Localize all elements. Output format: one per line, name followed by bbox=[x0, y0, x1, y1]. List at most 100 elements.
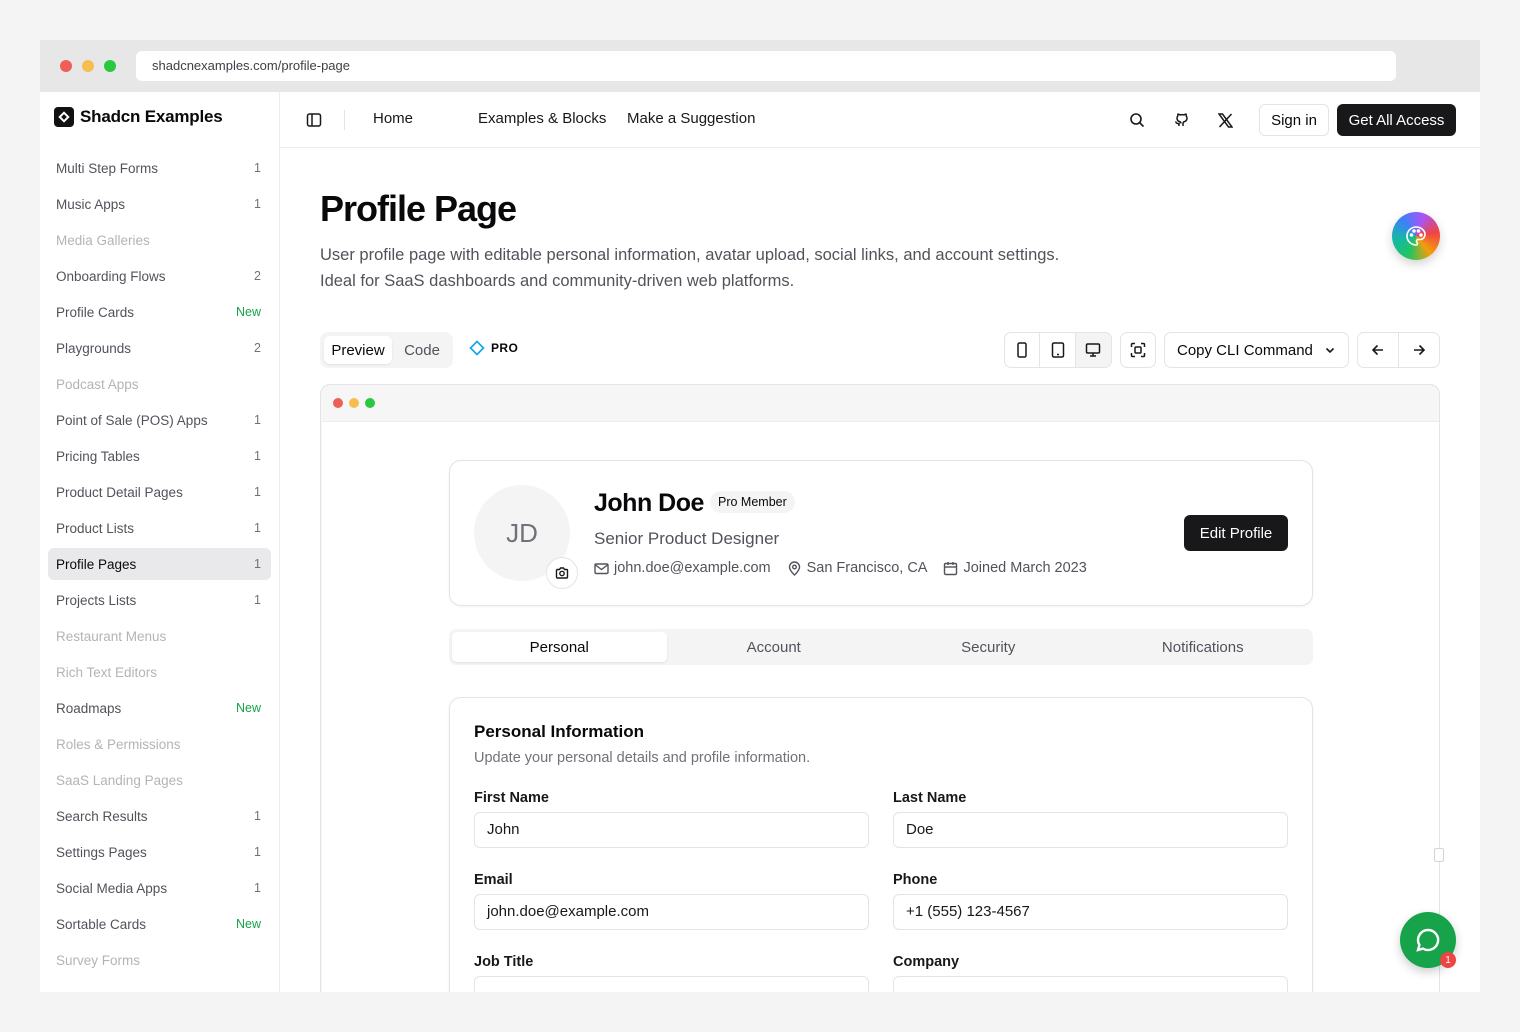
tab-account[interactable]: Account bbox=[667, 632, 882, 662]
section-description: Update your personal details and profile… bbox=[474, 750, 811, 766]
sidebar-item[interactable]: Profile Cards New bbox=[48, 296, 271, 328]
copy-cli-command-button[interactable]: Copy CLI Command bbox=[1164, 332, 1349, 368]
email-text: john.doe@example.com bbox=[614, 560, 771, 576]
resize-handle[interactable] bbox=[1434, 848, 1444, 862]
phone-field[interactable]: +1 (555) 123-4567 bbox=[893, 894, 1288, 930]
arrow-left-icon bbox=[1371, 344, 1383, 356]
sidebar-item-label: Product Lists bbox=[56, 520, 135, 536]
email-label: Email bbox=[474, 872, 513, 888]
profile-meta: john.doe@example.com San Francisco, CA J… bbox=[594, 560, 1087, 576]
tab-code[interactable]: Code bbox=[396, 336, 448, 364]
sidebar-item-label: Search Results bbox=[56, 808, 148, 824]
sidebar-item[interactable]: Social Media Apps 1 bbox=[48, 872, 271, 904]
get-all-access-button[interactable]: Get All Access bbox=[1337, 104, 1456, 136]
desktop-view-button[interactable] bbox=[1075, 333, 1111, 367]
item-count: 1 bbox=[254, 845, 261, 859]
item-count: 1 bbox=[254, 593, 261, 607]
sidebar-item[interactable]: Search Results 1 bbox=[48, 800, 271, 832]
tab-notifications[interactable]: Notifications bbox=[1096, 632, 1311, 662]
sidebar-item-label: Social Media Apps bbox=[56, 880, 168, 896]
sign-in-button[interactable]: Sign in bbox=[1259, 104, 1329, 136]
sidebar-item[interactable]: Playgrounds 2 bbox=[48, 332, 271, 364]
page-title: Profile Page bbox=[320, 188, 517, 229]
sidebar-item[interactable]: Restaurant Menus bbox=[48, 620, 271, 652]
sidebar-item-label: Media Galleries bbox=[56, 232, 150, 248]
new-badge: New bbox=[235, 917, 261, 931]
upload-avatar-button[interactable] bbox=[546, 557, 578, 589]
nav-examples-blocks[interactable]: Examples & Blocks bbox=[478, 110, 606, 127]
meta-location: San Francisco, CA bbox=[787, 560, 927, 576]
browser-window: shadcnexamples.com/profile-page Shadcn E… bbox=[40, 40, 1480, 992]
navigation-arrows bbox=[1357, 332, 1440, 368]
previous-button[interactable] bbox=[1358, 333, 1399, 367]
joined-text: Joined March 2023 bbox=[963, 560, 1087, 576]
sidebar-item[interactable]: Product Lists 1 bbox=[48, 512, 271, 544]
sidebar-list: Multi Step Forms 1 Music Apps 1 Media Galler… bbox=[48, 152, 271, 980]
company-field[interactable] bbox=[893, 976, 1288, 992]
sidebar-item[interactable]: Profile Pages 1 bbox=[48, 548, 271, 580]
personal-information-card: Personal Information Update your persona… bbox=[449, 697, 1313, 992]
item-count: 1 bbox=[254, 809, 261, 823]
nav-home[interactable]: Home bbox=[373, 110, 413, 127]
chevron-down-icon bbox=[1325, 347, 1335, 354]
item-count: 1 bbox=[254, 161, 261, 175]
sidebar-item[interactable]: Product Detail Pages 1 bbox=[48, 476, 271, 508]
mail-icon bbox=[594, 562, 609, 574]
brand-logo[interactable]: Shadcn Examples bbox=[54, 106, 223, 128]
email-field[interactable]: john.doe@example.com bbox=[474, 894, 869, 930]
minimize-window-dot[interactable] bbox=[82, 60, 94, 72]
sidebar-item[interactable]: Podcast Apps bbox=[48, 368, 271, 400]
job-title-field[interactable] bbox=[474, 976, 869, 992]
sidebar-item[interactable]: SaaS Landing Pages bbox=[48, 764, 271, 796]
last-name-field[interactable]: Doe bbox=[893, 812, 1288, 848]
sidebar-item-label: Playgrounds bbox=[56, 340, 132, 356]
sidebar-item[interactable]: Multi Step Forms 1 bbox=[48, 152, 271, 184]
screenshot-button[interactable] bbox=[1120, 332, 1156, 368]
tab-preview[interactable]: Preview bbox=[324, 336, 392, 364]
sidebar-toggle-icon[interactable] bbox=[304, 110, 324, 130]
sidebar-item-label: Rich Text Editors bbox=[56, 664, 158, 680]
sidebar-item-label: Projects Lists bbox=[56, 592, 137, 608]
sidebar-item[interactable]: Music Apps 1 bbox=[48, 188, 271, 220]
item-count: 1 bbox=[254, 449, 261, 463]
sidebar-item-label: Music Apps bbox=[56, 196, 126, 212]
calendar-icon bbox=[944, 561, 958, 575]
sidebar-item[interactable]: Rich Text Editors bbox=[48, 656, 271, 688]
search-icon[interactable] bbox=[1127, 110, 1147, 130]
sidebar-item[interactable]: Sortable Cards New bbox=[48, 908, 271, 940]
sidebar-item[interactable]: Projects Lists 1 bbox=[48, 584, 271, 616]
device-size-group bbox=[1004, 332, 1112, 368]
sidebar-item-label: Product Detail Pages bbox=[56, 484, 183, 500]
tablet-view-button[interactable] bbox=[1040, 333, 1076, 367]
sidebar-item[interactable]: Onboarding Flows 2 bbox=[48, 260, 271, 292]
sidebar: Shadcn Examples Multi Step Forms 1 Music A… bbox=[40, 92, 280, 992]
mobile-view-button[interactable] bbox=[1005, 333, 1041, 367]
github-icon[interactable] bbox=[1171, 110, 1191, 130]
sidebar-item[interactable]: Media Galleries bbox=[48, 224, 271, 256]
next-button[interactable] bbox=[1399, 333, 1440, 367]
sidebar-item[interactable]: Roles & Permissions bbox=[48, 728, 271, 760]
preview-dot-red bbox=[333, 398, 343, 408]
sidebar-item[interactable]: Pricing Tables 1 bbox=[48, 440, 271, 472]
brand-name: Shadcn Examples bbox=[80, 107, 223, 126]
profile-name: John Doe bbox=[594, 489, 704, 517]
phone-label: Phone bbox=[893, 872, 938, 888]
sidebar-item-label: Onboarding Flows bbox=[56, 268, 166, 284]
scan-icon bbox=[1130, 342, 1146, 358]
edit-profile-button[interactable]: Edit Profile bbox=[1184, 515, 1288, 551]
tab-security[interactable]: Security bbox=[881, 632, 1096, 662]
sidebar-item-label: Sortable Cards bbox=[56, 916, 147, 932]
maximize-window-dot[interactable] bbox=[104, 60, 116, 72]
close-window-dot[interactable] bbox=[60, 60, 72, 72]
nav-make-suggestion[interactable]: Make a Suggestion bbox=[627, 110, 755, 127]
sidebar-item[interactable]: Settings Pages 1 bbox=[48, 836, 271, 868]
sidebar-item[interactable]: Roadmaps New bbox=[48, 692, 271, 724]
profile-tabs: Personal Account Security Notifications bbox=[449, 629, 1313, 665]
sidebar-item[interactable]: Survey Forms bbox=[48, 944, 271, 976]
theme-palette-button[interactable] bbox=[1392, 212, 1440, 260]
first-name-field[interactable]: John bbox=[474, 812, 869, 848]
tab-personal[interactable]: Personal bbox=[452, 632, 667, 662]
sidebar-item[interactable]: Point of Sale (POS) Apps 1 bbox=[48, 404, 271, 436]
address-bar[interactable]: shadcnexamples.com/profile-page bbox=[136, 51, 1396, 81]
x-icon[interactable] bbox=[1215, 110, 1235, 130]
